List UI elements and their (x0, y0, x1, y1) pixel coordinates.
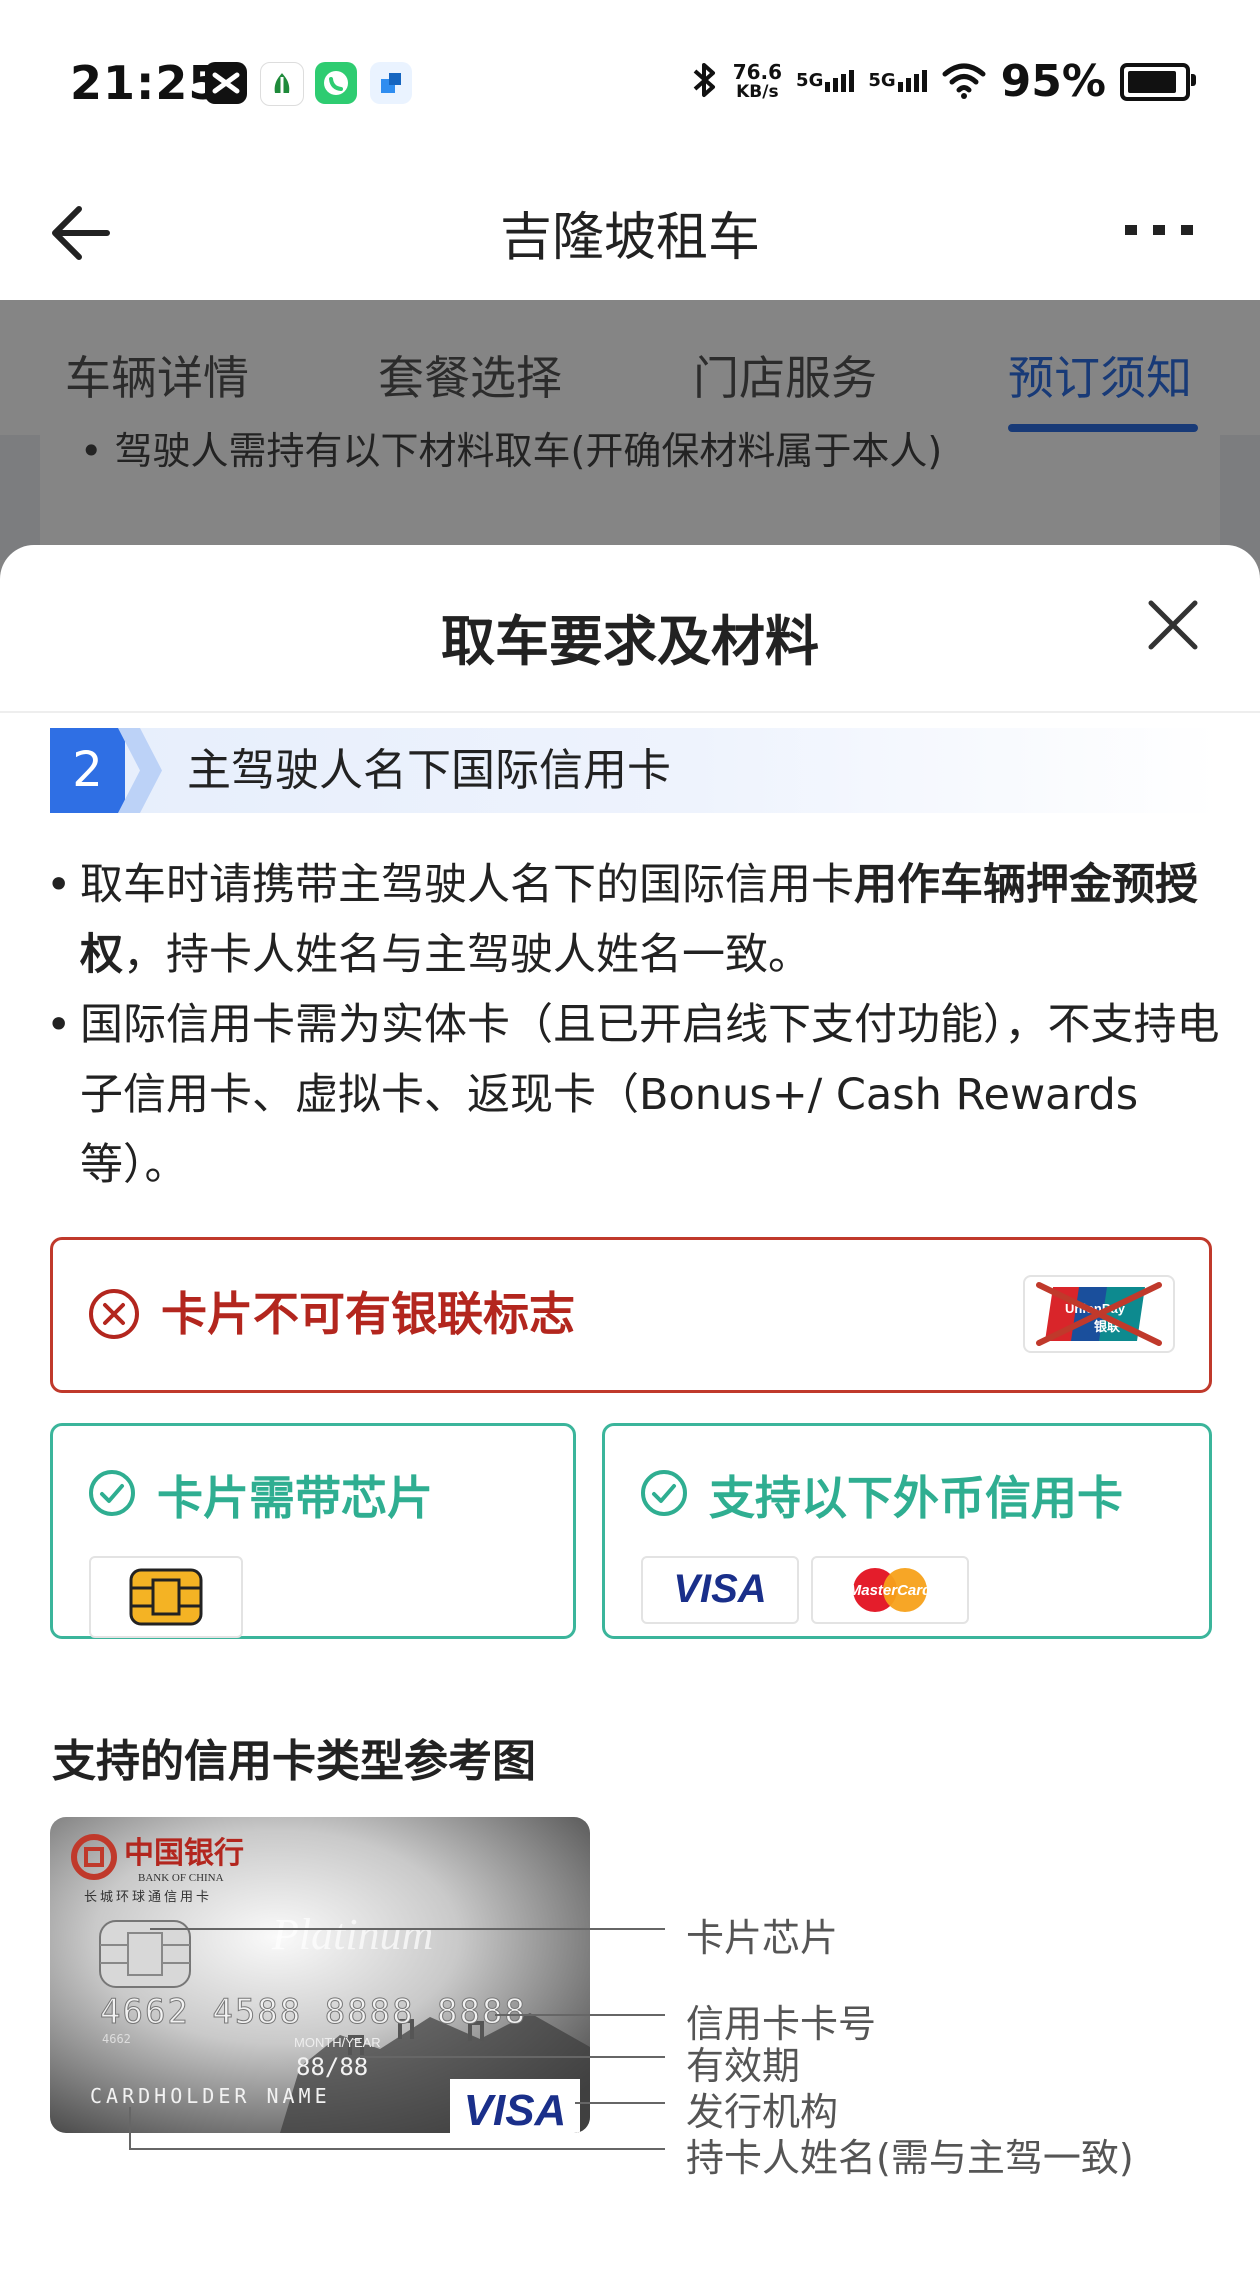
card-chip-icon (89, 1556, 243, 1638)
step-chevron-icon (118, 728, 162, 813)
title-bar: 吉隆坡租车 (0, 165, 1260, 300)
status-time: 21:25 (70, 56, 222, 110)
step-title: 主驾驶人名下国际信用卡 (187, 745, 671, 796)
step-header: 2 主驾驶人名下国际信用卡 (50, 728, 1220, 813)
wifi-icon (941, 60, 987, 104)
close-icon (1148, 600, 1198, 650)
warning-text: 卡片不可有银联标志 (161, 1287, 575, 1341)
check-circle-icon (89, 1470, 135, 1516)
no-unionpay-warning: 卡片不可有银联标志 UnionPay 银联 (50, 1237, 1212, 1393)
reference-title: 支持的信用卡类型参考图 (52, 1736, 536, 1787)
app-icon-capcut (205, 62, 247, 104)
x-circle-icon (89, 1289, 139, 1339)
callout-cardholder-name: 持卡人姓名(需与主驾一致) (686, 2136, 1134, 2180)
mastercard-logo: MasterCard (811, 1556, 969, 1624)
chip-requirement-text: 卡片需带芯片 (157, 1471, 433, 1525)
bullet-deposit: 取车时请携带主驾驶人名下的国际信用卡用作车辆押金预授权，持卡人姓名与主驾驶人姓名… (40, 850, 1220, 990)
sheet-title: 取车要求及材料 (441, 610, 819, 673)
network-speed: 76.6 KB/s (732, 59, 783, 102)
requirements-text: 取车时请携带主驾驶人名下的国际信用卡用作车辆押金预授权，持卡人姓名与主驾驶人姓名… (40, 850, 1220, 1200)
app-icon-blue-square (370, 62, 412, 104)
page-title: 吉隆坡租车 (499, 208, 760, 268)
app-icon-phone (315, 62, 357, 104)
status-bar: 21:25 76.6 KB/s 5G 5G 95% (0, 0, 1260, 165)
foreign-card-requirement-card: 支持以下外币信用卡 VISA MasterCard (602, 1423, 1212, 1639)
svg-text:MasterCard: MasterCard (849, 1582, 932, 1599)
visa-logo: VISA (641, 1556, 799, 1624)
step-number: 2 (50, 728, 125, 813)
pickup-requirements-sheet: 取车要求及材料 2 主驾驶人名下国际信用卡 取车时请携带主驾驶人名下的国际信用卡… (0, 545, 1260, 2269)
callout-lines (129, 1928, 665, 2150)
check-circle-icon (641, 1470, 687, 1516)
more-button[interactable] (1115, 205, 1205, 255)
close-button[interactable] (1141, 593, 1205, 657)
bluetooth-icon (689, 59, 719, 105)
sim1-signal: 5G (796, 69, 855, 94)
sheet-divider (0, 711, 1260, 713)
app-icon-green-leaf (260, 62, 304, 106)
unionpay-crossed-logo: UnionPay 银联 (1023, 1275, 1175, 1353)
battery-percent: 95% (1000, 56, 1106, 107)
svg-text:VISA: VISA (673, 1567, 766, 1611)
foreign-card-text: 支持以下外币信用卡 (709, 1471, 1123, 1525)
sim2-signal: 5G (868, 69, 927, 94)
bullet-physical-card: 国际信用卡需为实体卡（且已开启线下支付功能），不支持电子信用卡、虚拟卡、返现卡（… (40, 990, 1220, 1200)
more-dots-icon (1125, 225, 1193, 235)
callout-chip: 卡片芯片 (686, 1916, 839, 1960)
chip-requirement-card: 卡片需带芯片 (50, 1423, 576, 1639)
battery-icon (1120, 62, 1196, 101)
